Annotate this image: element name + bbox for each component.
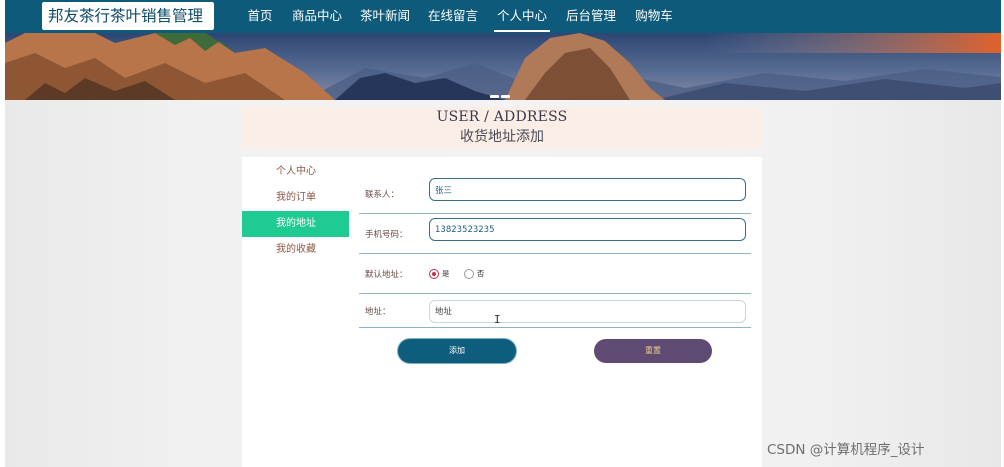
form-row-address: 地址：	[359, 294, 751, 328]
form-row-phone: 手机号码：	[359, 214, 751, 254]
sidebar-item-my-address[interactable]: 我的地址	[242, 211, 349, 237]
sidebar-item-my-favorites[interactable]: 我的收藏	[242, 237, 349, 263]
nav-cart[interactable]: 购物车	[635, 0, 673, 33]
carousel-dot[interactable]	[490, 95, 499, 98]
sidebar-item-personal-center[interactable]: 个人中心	[242, 159, 349, 185]
nav-tea-news[interactable]: 茶叶新闻	[359, 0, 411, 33]
address-input[interactable]	[429, 300, 746, 323]
page-title-cn: 收货地址添加	[460, 129, 544, 145]
contact-input[interactable]	[429, 178, 746, 201]
form-row-contact: 联系人：	[359, 174, 751, 214]
reset-button[interactable]: 重置	[594, 339, 712, 363]
watermark-text: CSDN @计算机程序_设计	[767, 442, 925, 458]
nav-personal-center[interactable]: 个人中心	[494, 0, 550, 33]
carousel-indicators[interactable]	[490, 83, 512, 100]
banner-image	[5, 33, 1001, 100]
address-label: 地址：	[365, 307, 391, 317]
site-logo-title[interactable]: 邦友茶行茶叶销售管理	[42, 2, 214, 30]
carousel-dot[interactable]	[501, 95, 510, 98]
form-row-default-address: 默认地址： 是 否	[359, 254, 751, 294]
text-cursor-icon: I	[494, 313, 501, 326]
nav-admin[interactable]: 后台管理	[565, 0, 617, 33]
page-title-en: USER / ADDRESS	[436, 109, 568, 125]
default-address-radio-group: 是 否	[429, 268, 496, 279]
default-address-label: 默认地址：	[365, 270, 408, 280]
radio-no-label[interactable]: 否	[477, 269, 485, 278]
contact-label: 联系人：	[365, 190, 400, 200]
nav-online-message[interactable]: 在线留言	[427, 0, 479, 33]
phone-label: 手机号码：	[365, 230, 408, 240]
page-title-block: USER / ADDRESS 收货地址添加	[242, 107, 762, 148]
content-card: 个人中心 我的订单 我的地址 我的收藏 联系人： 手机号码： 默认地址： 是 否…	[242, 157, 762, 467]
radio-no[interactable]	[463, 268, 474, 279]
radio-yes-label[interactable]: 是	[442, 269, 450, 278]
add-button[interactable]: 添加	[398, 339, 516, 363]
nav-product-center[interactable]: 商品中心	[291, 0, 343, 33]
sidebar-item-my-orders[interactable]: 我的订单	[242, 185, 349, 211]
nav-home[interactable]: 首页	[245, 0, 275, 33]
top-nav-bar: 邦友茶行茶叶销售管理 首页 商品中心 茶叶新闻 在线留言 个人中心 后台管理 购…	[5, 0, 1001, 33]
phone-input[interactable]	[429, 218, 746, 241]
radio-yes[interactable]	[429, 268, 439, 279]
